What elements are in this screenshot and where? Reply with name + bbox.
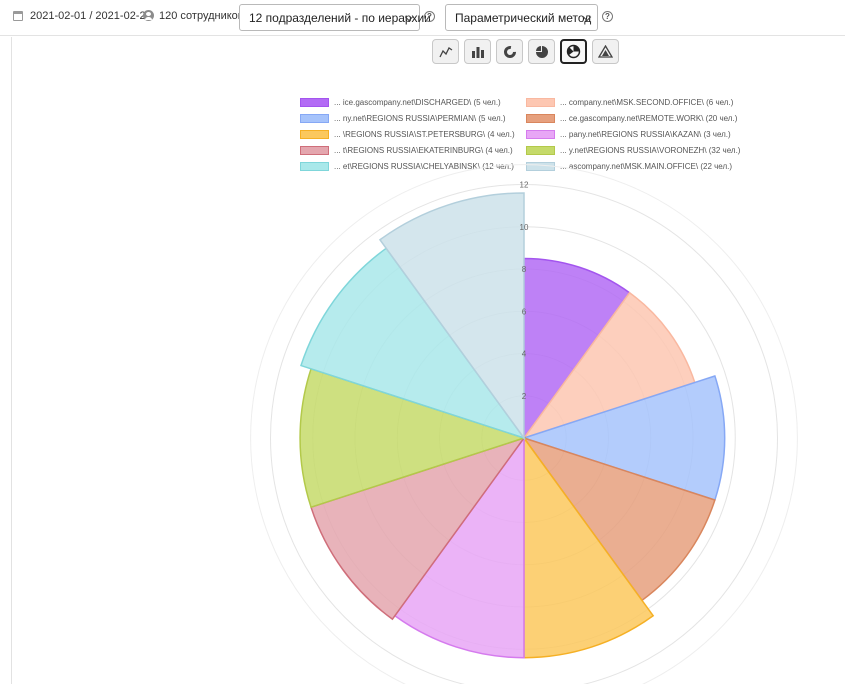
r-tick-label: 6 [522,307,527,316]
r-tick-label: 2 [522,392,527,401]
r-tick-label: 4 [522,350,527,359]
r-tick-label: 12 [520,181,529,190]
polar-area-chart: 2 4 6 8 10 12 [250,164,798,684]
r-tick-label: 10 [520,223,529,232]
r-tick-label: 8 [522,265,527,274]
